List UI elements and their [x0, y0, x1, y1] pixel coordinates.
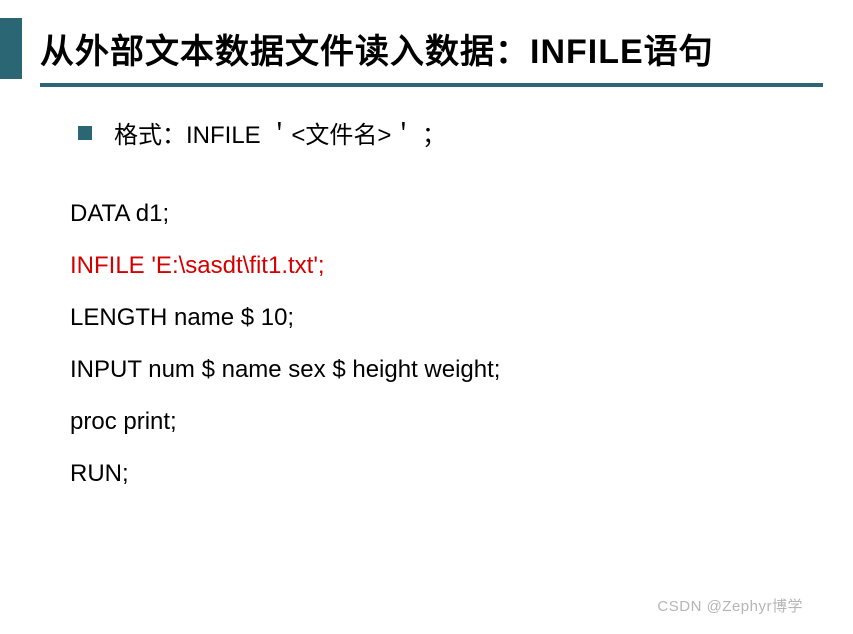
code-line-input: INPUT num $ name sex $ height weight;: [70, 356, 813, 384]
slide-title: 从外部文本数据文件读入数据：INFILE语句: [40, 18, 714, 79]
title-underline: [40, 83, 823, 87]
watermark: CSDN @Zephyr博学: [657, 595, 803, 616]
bullet-text: 格式：INFILE ＇<文件名>＇ ；: [114, 115, 446, 150]
code-line-proc: proc print;: [70, 408, 813, 436]
code-line-data: DATA d1;: [70, 200, 813, 228]
bullet-format: 格式：INFILE ＇<文件名>＇ ；: [78, 115, 813, 150]
code-line-length: LENGTH name $ 10;: [70, 304, 813, 332]
code-block: DATA d1; INFILE 'E:\sasdt\fit1.txt'; LEN…: [70, 200, 813, 488]
title-bar: 从外部文本数据文件读入数据：INFILE语句: [0, 18, 853, 79]
content-area: 格式：INFILE ＇<文件名>＇ ； DATA d1; INFILE 'E:\…: [0, 115, 853, 488]
code-line-infile: INFILE 'E:\sasdt\fit1.txt';: [70, 252, 813, 280]
title-accent: [0, 18, 22, 79]
bullet-square-icon: [78, 126, 92, 140]
code-line-run: RUN;: [70, 460, 813, 488]
